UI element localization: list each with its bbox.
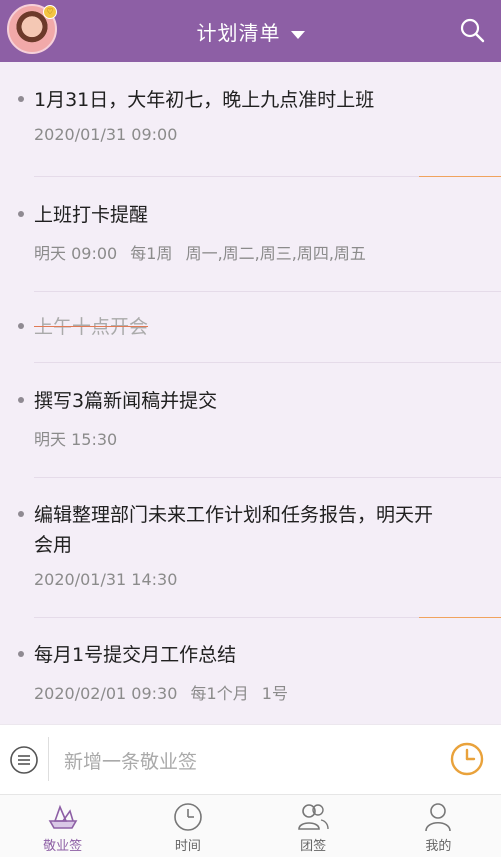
list-item[interactable]: 上午十点开会 (0, 312, 501, 342)
divider (34, 362, 501, 363)
divider-accent (419, 176, 501, 177)
item-meta: 明天 15:30 (34, 426, 501, 450)
divider (34, 477, 501, 478)
divider (34, 617, 501, 618)
person-icon (425, 803, 452, 832)
clock-icon (174, 803, 202, 831)
bullet-dot (18, 651, 24, 657)
item-time: 明天 15:30 (34, 430, 118, 449)
divider-accent (419, 617, 501, 618)
tab-mine[interactable]: 我的 (376, 795, 501, 857)
item-repeat-days: 1号 (261, 684, 288, 703)
item-title: 上班打卡提醒 (34, 204, 149, 226)
list-item[interactable]: 1月31日，大年初七，晚上九点准时上班 2020/01/31 09:00 (0, 85, 501, 144)
list-selector[interactable]: 计划清单 (197, 17, 305, 46)
item-time: 明天 09:00 (34, 244, 118, 263)
item-title: 撰写3篇新闻稿并提交 (34, 390, 218, 412)
list-item[interactable]: 每月1号提交月工作总结 2020/02/01 09:30 每1个月 1号 (0, 640, 501, 704)
list-item[interactable]: 编辑整理部门未来工作计划和任务报告，明天开会用 2020/01/31 14:30 (0, 500, 501, 589)
item-meta: 2020/02/01 09:30 每1个月 1号 (34, 680, 501, 704)
bullet-dot (18, 397, 24, 403)
alarm-clock-icon[interactable] (449, 741, 485, 777)
item-repeat-days: 周一,周二,周三,周四,周五 (185, 244, 366, 263)
item-title: 1月31日，大年初七，晚上九点准时上班 (34, 89, 375, 111)
bottom-tab-bar: 敬业签 时间 团签 我的 (0, 794, 501, 857)
bullet-dot (18, 211, 24, 217)
item-meta: 明天 09:00 每1周 周一,周二,周三,周四,周五 (34, 240, 501, 264)
bullet-dot (18, 323, 24, 329)
divider (34, 176, 501, 177)
item-title: 每月1号提交月工作总结 (34, 644, 237, 666)
search-icon[interactable] (459, 17, 485, 43)
top-bar: ♡ 计划清单 (0, 0, 501, 62)
tab-label: 时间 (174, 839, 201, 854)
chevron-down-icon (290, 31, 305, 39)
bullet-dot (18, 511, 24, 517)
divider (34, 291, 501, 292)
item-time: 2020/01/31 14:30 (34, 570, 178, 589)
new-note-bar: 新增一条敬业签 (0, 724, 501, 794)
item-meta: 2020/01/31 09:00 (34, 125, 501, 144)
tab-label: 敬业签 (43, 839, 83, 854)
item-meta: 2020/01/31 14:30 (34, 570, 451, 589)
plan-list: 1月31日，大年初七，晚上九点准时上班 2020/01/31 09:00 上班打… (0, 62, 501, 724)
tab-label: 我的 (425, 839, 452, 854)
tab-team[interactable]: 团签 (251, 795, 376, 857)
page-title: 计划清单 (196, 20, 281, 45)
tab-jingyeqian[interactable]: 敬业签 (0, 795, 125, 857)
tab-time[interactable]: 时间 (125, 795, 250, 857)
item-title: 上午十点开会 (34, 316, 149, 338)
list-item[interactable]: 撰写3篇新闻稿并提交 明天 15:30 (0, 386, 501, 450)
divider (48, 737, 49, 781)
team-icon (298, 804, 329, 830)
item-time: 2020/02/01 09:30 (34, 684, 178, 703)
list-toggle-icon[interactable] (8, 744, 40, 776)
list-item[interactable]: 上班打卡提醒 明天 09:00 每1周 周一,周二,周三,周四,周五 (0, 200, 501, 264)
tab-label: 团签 (300, 839, 327, 854)
new-note-input[interactable]: 新增一条敬业签 (64, 747, 197, 774)
bullet-dot (18, 96, 24, 102)
heart-badge-icon: ♡ (43, 5, 57, 19)
item-title: 编辑整理部门未来工作计划和任务报告，明天开会用 (34, 504, 434, 556)
item-time: 2020/01/31 09:00 (34, 125, 178, 144)
item-repeat: 每1周 (130, 244, 173, 263)
item-repeat: 每1个月 (190, 684, 249, 703)
boat-icon (48, 804, 78, 829)
